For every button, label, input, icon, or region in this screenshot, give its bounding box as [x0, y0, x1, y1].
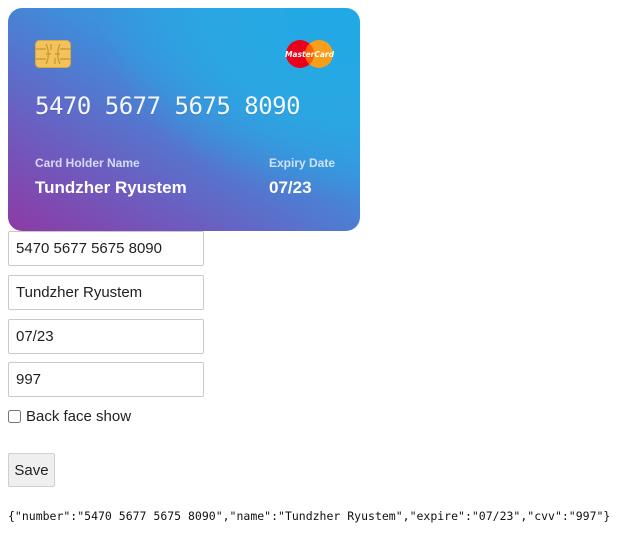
expiry-date-label: Expiry Date: [269, 156, 336, 170]
chip-icon: [35, 40, 71, 68]
card-holder-input[interactable]: [8, 275, 204, 310]
back-face-toggle[interactable]: Back face show: [8, 408, 131, 425]
credit-card-preview: MasterCard 5470 5677 5675 8090 Card Hold…: [8, 8, 360, 231]
back-face-checkbox[interactable]: [8, 410, 21, 423]
card-number-display: 5470 5677 5675 8090: [35, 92, 301, 120]
cvv-input[interactable]: [8, 362, 204, 397]
expiry-date-input[interactable]: [8, 319, 204, 354]
json-output: {"number":"5470 5677 5675 8090","name":"…: [8, 509, 611, 523]
card-holder-label: Card Holder Name: [35, 156, 140, 170]
back-face-label: Back face show: [26, 408, 132, 425]
save-button[interactable]: Save: [8, 453, 55, 487]
card-number-input[interactable]: [8, 231, 204, 266]
card-holder-name: Tundzher Ryustem: [35, 178, 187, 197]
expiry-date-value: 07/23: [269, 178, 312, 197]
svg-text:MasterCard: MasterCard: [285, 50, 334, 59]
mastercard-logo: MasterCard: [285, 40, 334, 68]
